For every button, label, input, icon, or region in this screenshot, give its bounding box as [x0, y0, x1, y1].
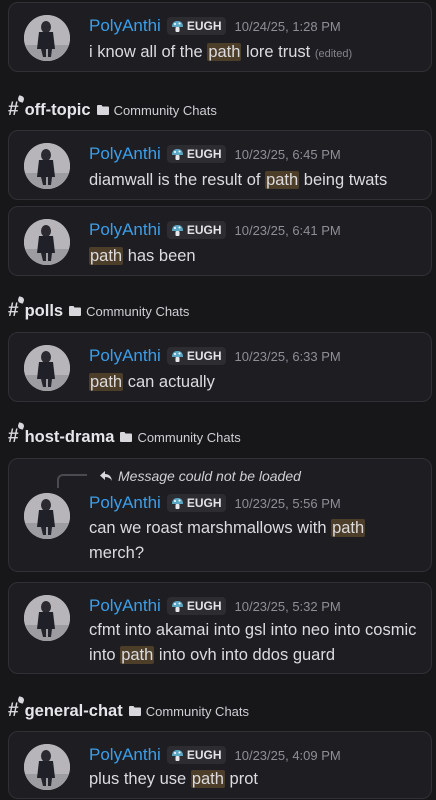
mushroom-tag-icon [171, 749, 183, 761]
reply-connector [57, 474, 87, 488]
avatar[interactable] [24, 219, 70, 265]
username[interactable]: PolyAnthi [89, 220, 161, 240]
hashtag-channel-icon: # [8, 95, 25, 121]
tag-label: EUGH [186, 599, 222, 613]
reply-arrow-icon [100, 471, 112, 481]
mushroom-tag-icon [171, 20, 183, 32]
timestamp: 10/23/25, 6:33 PM [234, 348, 341, 364]
server-tag[interactable]: EUGH [166, 597, 226, 615]
server-tag[interactable]: EUGH [166, 746, 226, 764]
username[interactable]: PolyAnthi [89, 493, 161, 513]
hashtag-channel-icon: # [8, 296, 25, 322]
channel-header[interactable]: # off-topic Community Chats [8, 95, 217, 122]
timestamp: 10/23/25, 5:32 PM [234, 598, 341, 614]
message-card[interactable]: PolyAnthi EUGH 10/23/25, 6:33 PM path ca… [8, 332, 432, 402]
message-card[interactable]: PolyAnthi EUGH 10/23/25, 5:32 PM cfmt in… [8, 582, 432, 674]
message-content: path has been [89, 247, 196, 265]
hashtag-channel-icon: # [8, 422, 25, 448]
search-highlight: path [120, 646, 155, 664]
message-card[interactable]: PolyAnthi EUGH 10/23/25, 6:45 PM diamwal… [8, 130, 432, 200]
message-content: path can actually [89, 373, 215, 391]
avatar[interactable] [24, 15, 70, 61]
avatar[interactable] [24, 493, 70, 539]
server-tag[interactable]: EUGH [166, 17, 226, 35]
username[interactable]: PolyAnthi [89, 144, 161, 164]
message-content: cfmt into akamai into gsl into neo into … [89, 621, 417, 664]
username[interactable]: PolyAnthi [89, 745, 161, 765]
avatar[interactable] [24, 744, 70, 790]
server-tag[interactable]: EUGH [166, 145, 226, 163]
mushroom-tag-icon [171, 350, 183, 362]
mushroom-tag-icon [171, 600, 183, 612]
timestamp: 10/24/25, 1:28 PM [234, 18, 341, 34]
username[interactable]: PolyAnthi [89, 596, 161, 616]
search-highlight: path [190, 770, 225, 788]
folder-icon [120, 432, 133, 442]
message-content: plus they use path prot [89, 770, 258, 788]
reply-notice: Message could not be loaded [118, 468, 301, 484]
message-card[interactable]: PolyAnthi EUGH 10/23/25, 6:41 PM path ha… [8, 206, 432, 276]
search-highlight: path [207, 43, 242, 61]
search-highlight: path [89, 247, 124, 265]
tag-label: EUGH [186, 147, 222, 161]
server-tag[interactable]: EUGH [166, 221, 226, 239]
folder-icon [96, 105, 109, 115]
timestamp: 10/23/25, 6:41 PM [234, 222, 341, 238]
category-name: Community Chats [113, 102, 217, 118]
search-highlight: path [265, 171, 300, 189]
mushroom-tag-icon [171, 497, 183, 509]
avatar[interactable] [24, 595, 70, 641]
server-tag[interactable]: EUGH [166, 494, 226, 512]
channel-name[interactable]: polls [25, 302, 64, 321]
tag-label: EUGH [186, 223, 222, 237]
message-card[interactable]: Message could not be loaded PolyAnthi EU… [8, 458, 432, 572]
timestamp: 10/23/25, 6:45 PM [234, 146, 341, 162]
avatar[interactable] [24, 345, 70, 391]
username[interactable]: PolyAnthi [89, 16, 161, 36]
channel-header[interactable]: # host-drama Community Chats [8, 422, 241, 449]
message-card[interactable]: PolyAnthi EUGH 10/24/25, 1:28 PM i know … [8, 2, 432, 72]
tag-label: EUGH [186, 496, 222, 510]
search-highlight: path [89, 373, 124, 391]
search-highlight: path [331, 519, 366, 537]
avatar[interactable] [24, 143, 70, 189]
message-content: can we roast marshmallows with path merc… [89, 519, 366, 562]
tag-label: EUGH [186, 349, 222, 363]
category-name: Community Chats [86, 303, 190, 319]
category-name: Community Chats [137, 429, 241, 445]
message-card[interactable]: PolyAnthi EUGH 10/23/25, 4:09 PM plus th… [8, 731, 432, 799]
channel-name[interactable]: off-topic [25, 101, 91, 120]
message-content: i know all of the path lore trust (edite… [89, 43, 353, 61]
folder-icon [69, 306, 82, 316]
mushroom-tag-icon [171, 224, 183, 236]
tag-label: EUGH [186, 748, 222, 762]
edited-label: (edited) [314, 48, 353, 60]
tag-label: EUGH [186, 19, 222, 33]
channel-header[interactable]: # general-chat Community Chats [8, 696, 250, 723]
reply-preview[interactable]: Message could not be loaded [57, 466, 301, 488]
channel-name[interactable]: host-drama [25, 428, 115, 447]
folder-icon [128, 706, 141, 716]
mushroom-tag-icon [171, 148, 183, 160]
hashtag-channel-icon: # [8, 696, 25, 722]
username[interactable]: PolyAnthi [89, 346, 161, 366]
timestamp: 10/23/25, 4:09 PM [234, 747, 341, 763]
message-content: diamwall is the result of path being twa… [89, 171, 388, 189]
category-name: Community Chats [145, 703, 250, 719]
search-results: PolyAnthi EUGH 10/24/25, 1:28 PM i know … [0, 0, 436, 800]
channel-name[interactable]: general-chat [25, 702, 123, 721]
timestamp: 10/23/25, 5:56 PM [234, 495, 341, 511]
server-tag[interactable]: EUGH [166, 347, 226, 365]
channel-header[interactable]: # polls Community Chats [8, 296, 190, 323]
